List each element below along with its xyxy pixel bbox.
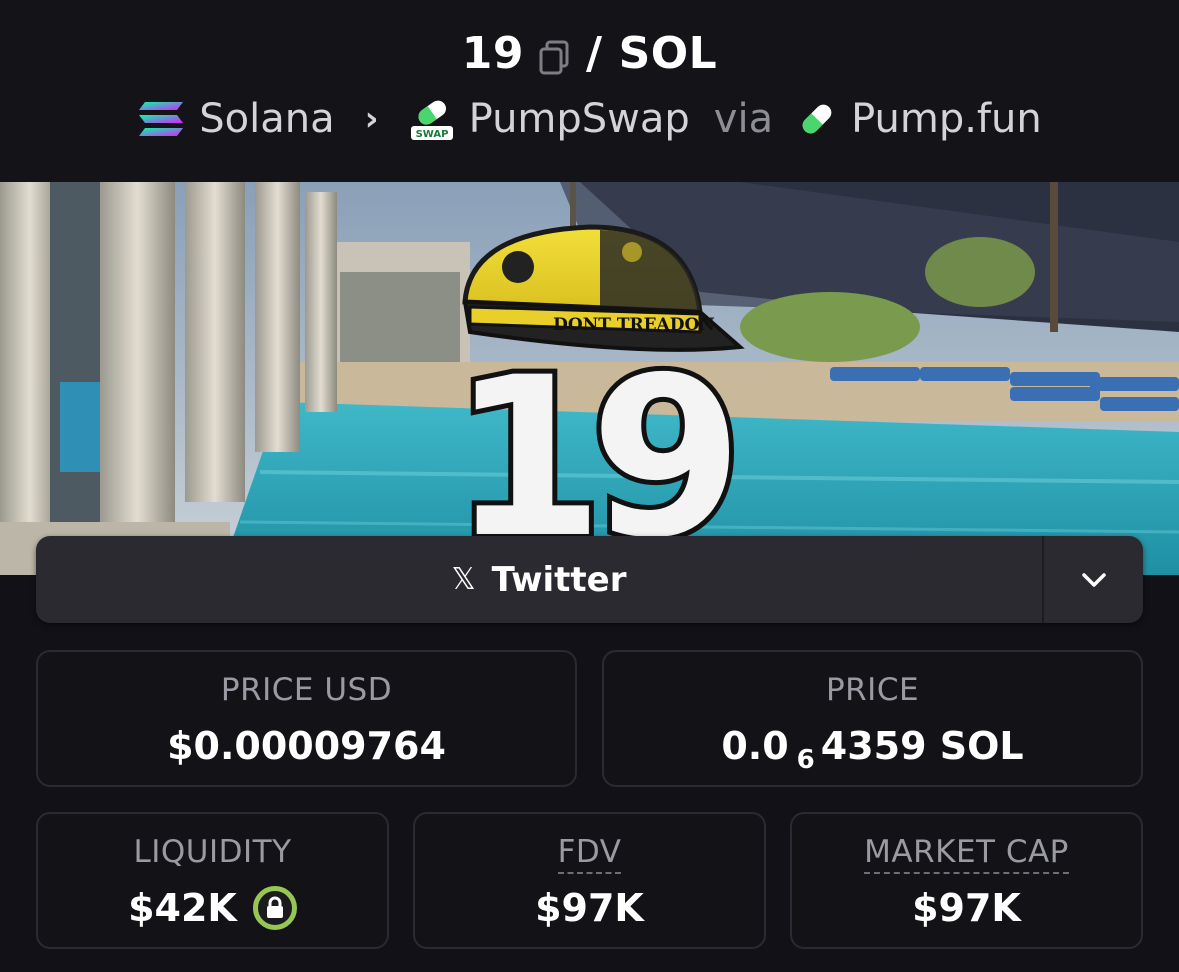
price-native-zero-count: 6 <box>796 745 815 775</box>
market-cap-label[interactable]: MARKET CAP <box>864 834 1069 874</box>
chevron-right-icon: › <box>364 99 379 139</box>
pair-title: 19 / SOL <box>0 28 1179 79</box>
liquidity-label: LIQUIDITY <box>133 834 292 870</box>
chain-link[interactable]: Solana <box>199 96 334 142</box>
pair-separator: / <box>586 28 603 79</box>
price-native-label: PRICE <box>825 672 920 708</box>
token-symbol: 19 <box>461 28 524 79</box>
chain-breadcrumb: Solana › SWAP PumpSwap via Pump.fun <box>0 96 1179 142</box>
liquidity-value: $42K <box>128 886 237 930</box>
lock-icon[interactable] <box>252 886 297 930</box>
twitter-button[interactable]: 𝕏 Twitter <box>36 536 1042 623</box>
token-banner-image: DONT TREADON 19 <box>0 182 1179 575</box>
price-native-suffix: 4359 SOL <box>820 724 1024 768</box>
pair-header: 19 / SOL Solana › SWAP PumpSwap via Pump… <box>0 0 1179 182</box>
fdv-value: $97K <box>535 886 644 930</box>
via-label: via <box>713 96 774 142</box>
solana-icon <box>137 100 185 138</box>
liquidity-value-row: $42K <box>38 886 387 930</box>
fdv-label[interactable]: FDV <box>557 834 622 874</box>
liquidity-card: LIQUIDITY $42K <box>36 812 389 949</box>
launchpad-link[interactable]: Pump.fun <box>851 96 1042 142</box>
pumpswap-icon: SWAP <box>409 96 455 142</box>
price-native-value: 0.0 6 4359 SOL <box>604 724 1141 775</box>
price-usd-card: PRICE USD $0.00009764 <box>36 650 577 787</box>
twitter-label: Twitter <box>491 559 627 600</box>
swap-badge-text: SWAP <box>415 129 448 140</box>
market-cap-card: MARKET CAP $97K <box>790 812 1143 949</box>
market-cap-value: $97K <box>912 886 1021 930</box>
dex-link[interactable]: PumpSwap <box>469 96 690 142</box>
x-icon: 𝕏 <box>451 562 476 597</box>
price-usd-label: PRICE USD <box>220 672 393 708</box>
pumpfun-icon <box>797 99 837 139</box>
chevron-down-icon <box>1081 572 1106 587</box>
price-usd-value: $0.00009764 <box>167 724 446 768</box>
price-native-card: PRICE 0.0 6 4359 SOL <box>602 650 1143 787</box>
copy-icon[interactable] <box>538 36 570 74</box>
fdv-card: FDV $97K <box>413 812 766 949</box>
social-links-bar: 𝕏 Twitter <box>36 536 1143 623</box>
more-links-button[interactable] <box>1042 536 1143 623</box>
quote-symbol: SOL <box>618 28 718 79</box>
price-native-prefix: 0.0 <box>721 724 789 768</box>
